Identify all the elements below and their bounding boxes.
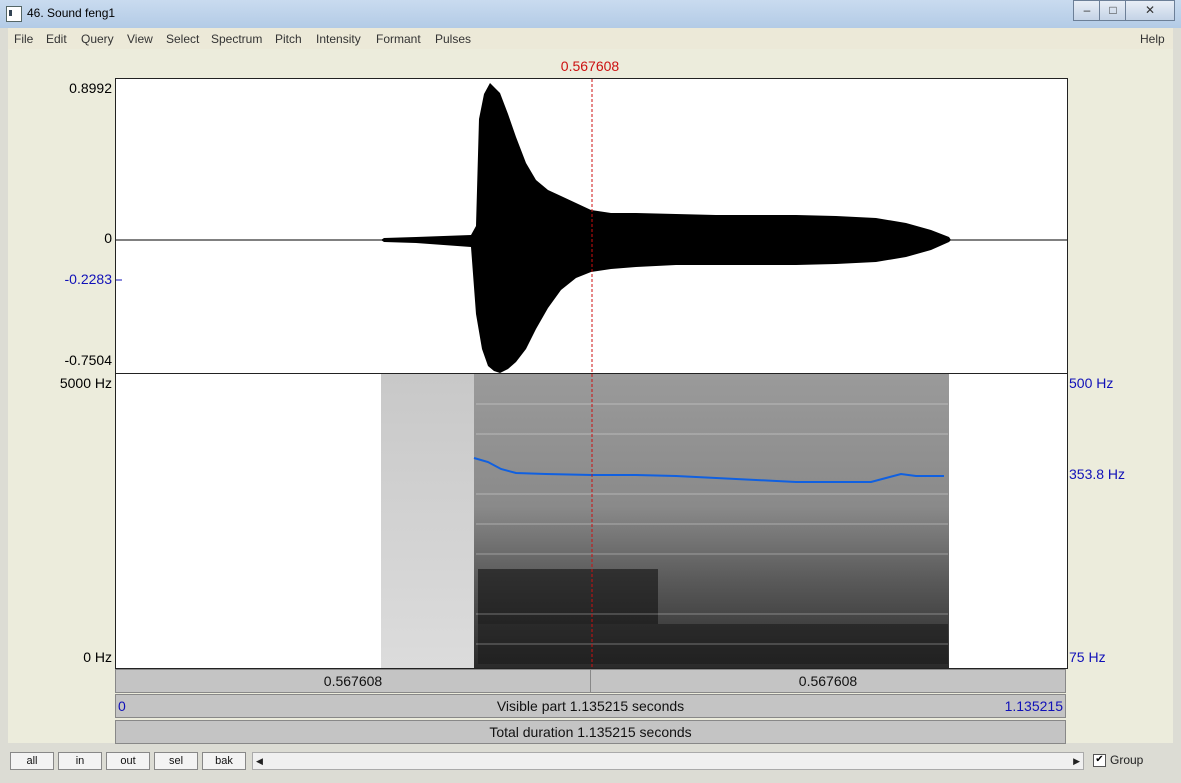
visible-part-bar[interactable]: 0 Visible part 1.135215 seconds 1.135215 [115,694,1066,718]
spectrogram-bottom-freq: 0 Hz [83,649,112,665]
spectrogram-top-freq: 5000 Hz [59,375,112,391]
waveform-svg [116,79,1067,373]
menu-intensity[interactable]: Intensity [316,32,361,46]
maximize-icon[interactable]: □ [1099,0,1127,21]
window-title: 46. Sound feng1 [27,6,116,20]
waveform-level-label: -0.2283 [64,271,112,287]
menu-bar: File Edit Query View Select Spectrum Pit… [8,28,1173,49]
zoom-selection-button[interactable]: sel [154,752,198,770]
menu-pitch[interactable]: Pitch [275,32,302,46]
visible-part-label: Visible part 1.135215 seconds [496,698,685,714]
menu-help[interactable]: Help [1140,32,1165,46]
segment-right-duration: 0.567608 [798,673,858,689]
spectrogram-formant-band [478,569,658,624]
spectrogram-panel[interactable] [115,373,1068,669]
pitch-bottom-label: 75 Hz [1069,649,1106,665]
zoom-in-button[interactable]: in [58,752,102,770]
menu-formant[interactable]: Formant [376,32,421,46]
pitch-value-label: 353.8 Hz [1069,466,1126,482]
spectrogram-svg [381,374,949,668]
zoom-back-button[interactable]: bak [202,752,246,770]
waveform-panel[interactable] [115,78,1068,374]
group-checkbox[interactable]: ✔ [1093,754,1106,767]
time-scrollbar[interactable]: ◀ ▶ [252,752,1084,770]
scroll-left-icon[interactable]: ◀ [256,756,263,767]
segment-left-bar[interactable]: 0.567608 [115,669,591,693]
menu-pulses[interactable]: Pulses [435,32,471,46]
total-duration-label: Total duration 1.135215 seconds [489,724,692,740]
cursor-time-label: 0.567608 [560,58,620,74]
menu-select[interactable]: Select [166,32,199,46]
zoom-out-button[interactable]: out [106,752,150,770]
group-label: Group [1110,753,1144,767]
waveform-min-label: -0.7504 [64,352,112,368]
zoom-all-button[interactable]: all [10,752,54,770]
scroll-right-icon[interactable]: ▶ [1073,756,1080,767]
total-duration-bar[interactable]: Total duration 1.135215 seconds [115,720,1066,744]
menu-spectrum[interactable]: Spectrum [211,32,262,46]
menu-view[interactable]: View [127,32,153,46]
menu-edit[interactable]: Edit [46,32,67,46]
menu-file[interactable]: File [14,32,33,46]
window-icon [6,6,22,22]
waveform-zero-label: 0 [104,230,112,246]
title-bar: 46. Sound feng1 – □ ✕ [0,0,1181,28]
waveform-max-label: 0.8992 [69,80,112,96]
visible-end-time: 1.135215 [1004,698,1063,714]
menu-query[interactable]: Query [81,32,114,46]
waveform-signal [381,83,951,373]
close-icon[interactable]: ✕ [1125,0,1175,21]
spectrogram-noise-region [381,374,476,668]
segment-right-bar[interactable]: 0.567608 [590,669,1066,693]
pitch-top-label: 500 Hz [1069,375,1114,391]
segment-left-duration: 0.567608 [323,673,383,689]
minimize-icon[interactable]: – [1073,0,1101,21]
